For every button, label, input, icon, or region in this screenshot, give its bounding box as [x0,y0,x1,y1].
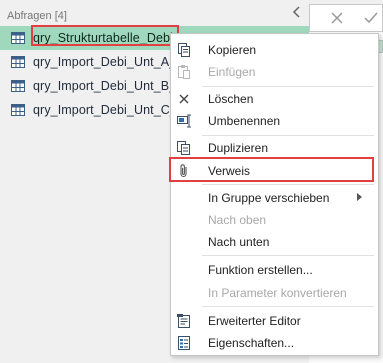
menu-item-erweiterter-editor[interactable]: Erweiterter Editor [171,310,378,332]
rename-icon [177,114,191,128]
chevron-left-icon [292,6,300,18]
menu-item-eigenschaften[interactable]: Eigenschaften... [171,332,378,354]
menu-item-einfuegen[interactable]: Einfügen [171,61,378,83]
menu-item-verweis[interactable]: Verweis [171,160,378,182]
table-icon [11,104,25,116]
menu-item-in-parameter-konvertieren[interactable]: In Parameter konvertieren [171,282,378,304]
cancel-icon[interactable] [328,9,346,27]
menu-item-funktion-erstellen[interactable]: Funktion erstellen... [171,259,378,281]
query-label: qry_Import_Debi_Unt_C_Le [33,103,192,117]
table-icon [11,56,25,68]
paperclip-icon [180,164,187,178]
menu-separator [202,86,374,87]
context-menu: Kopieren Einfügen Löschen Umbenennen Dup… [170,33,379,356]
table-icon [11,32,25,44]
query-label: qry_Import_Debi_Unt_B_A [33,79,185,93]
check-icon[interactable] [362,9,380,27]
menu-item-loeschen[interactable]: Löschen [171,88,378,110]
copy-icon [178,43,190,57]
queries-header: Abfragen [4] [7,10,67,22]
table-icon [11,80,25,92]
menu-item-nach-unten[interactable]: Nach unten [171,231,378,253]
submenu-arrow-icon [357,193,362,201]
duplicate-icon [177,141,190,155]
menu-separator [202,184,374,185]
collapse-pane-button[interactable] [291,4,303,20]
advanced-editor-icon [177,314,190,328]
menu-item-nach-oben[interactable]: Nach oben [171,209,378,231]
menu-separator [202,135,374,136]
menu-item-umbenennen[interactable]: Umbenennen [171,110,378,132]
menu-item-kopieren[interactable]: Kopieren [171,39,378,61]
properties-icon [178,336,190,350]
query-label: qry_Import_Debi_Unt_A_D [33,55,186,69]
menu-separator [202,255,374,256]
menu-item-in-gruppe-verschieben[interactable]: In Gruppe verschieben [171,187,378,209]
paste-icon [178,65,190,79]
menu-item-duplizieren[interactable]: Duplizieren [171,137,378,159]
delete-icon [179,94,189,104]
menu-separator [202,306,374,307]
formula-bar [309,4,383,32]
